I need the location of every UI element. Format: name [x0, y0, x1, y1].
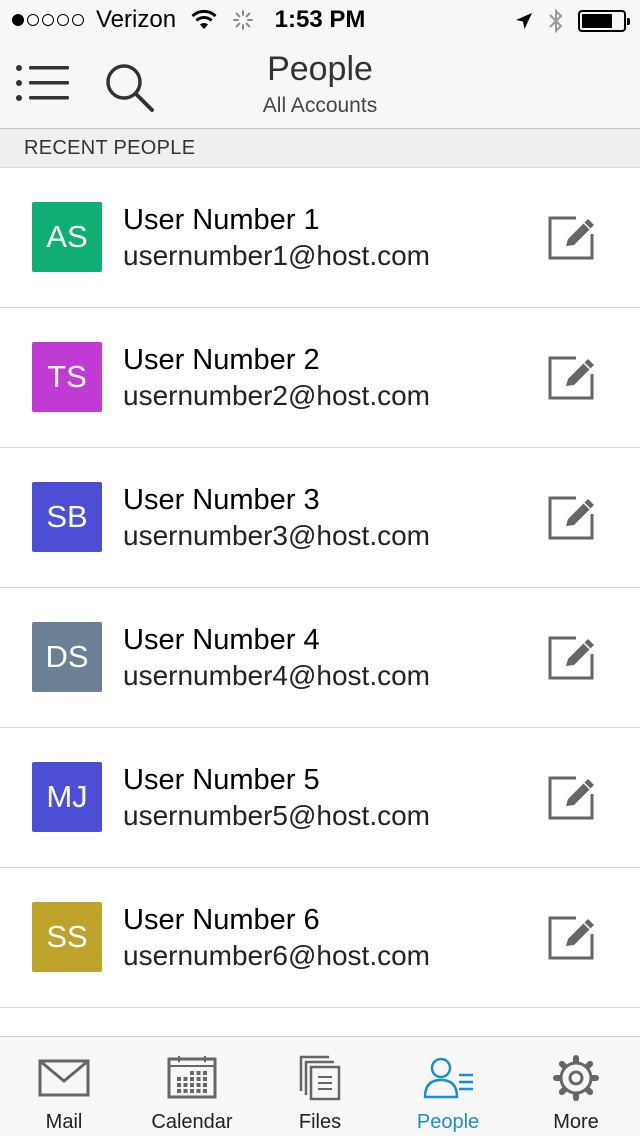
tab-more[interactable]: More	[512, 1037, 640, 1136]
avatar: TS	[32, 342, 102, 412]
person-row[interactable]: SB User Number 3 usernumber3@host.com	[0, 448, 640, 588]
person-email: usernumber4@host.com	[123, 660, 431, 691]
status-bar: Verizon 1:53 PM	[0, 0, 640, 40]
battery-icon	[578, 10, 630, 32]
people-icon	[421, 1055, 475, 1101]
person-email: usernumber3@host.com	[123, 520, 431, 551]
person-email: usernumber6@host.com	[123, 940, 431, 971]
compose-email-icon[interactable]	[546, 914, 598, 962]
person-row[interactable]: AS User Number 1 usernumber1@host.com	[0, 168, 640, 308]
people-list: AS User Number 1 usernumber1@host.com TS Use…	[0, 168, 640, 1036]
person-row[interactable]: MJ User Number 5 usernumber5@host.com	[0, 728, 640, 868]
person-name: User Number 3	[123, 484, 320, 516]
avatar: AS	[32, 202, 102, 272]
tab-mail[interactable]: Mail	[0, 1037, 128, 1136]
status-right	[514, 8, 630, 34]
tab-calendar[interactable]: Calendar	[128, 1037, 256, 1136]
account-filter[interactable]: All Accounts	[0, 94, 640, 118]
bluetooth-icon	[549, 8, 563, 34]
person-name: User Number 4	[123, 624, 320, 656]
compose-email-icon[interactable]	[546, 214, 598, 262]
tab-files[interactable]: Files	[256, 1037, 384, 1136]
avatar: SB	[32, 482, 102, 552]
tab-people[interactable]: People	[384, 1037, 512, 1136]
tab-label: Files	[298, 1111, 342, 1133]
person-row[interactable]: TS User Number 2 usernumber2@host.com	[0, 308, 640, 448]
tab-label: More	[553, 1111, 599, 1133]
compose-email-icon[interactable]	[546, 634, 598, 682]
person-email: usernumber1@host.com	[123, 240, 431, 271]
files-icon	[293, 1055, 347, 1101]
person-row[interactable]: SS User Number 6 usernumber6@host.com	[0, 868, 640, 1008]
avatar: SS	[32, 902, 102, 972]
person-name: User Number 5	[123, 764, 320, 796]
mail-icon	[37, 1055, 91, 1101]
calendar-icon	[165, 1055, 219, 1101]
section-header: RECENT PEOPLE	[0, 129, 640, 168]
tab-bar: Mail Calendar Files People More	[0, 1036, 640, 1136]
avatar: DS	[32, 622, 102, 692]
tab-label: Calendar	[151, 1111, 233, 1133]
page-title: People	[267, 50, 373, 88]
person-email: usernumber5@host.com	[123, 800, 431, 831]
person-name: User Number 6	[123, 904, 320, 936]
avatar: MJ	[32, 762, 102, 832]
gear-icon	[549, 1055, 603, 1101]
nav-bar: People All Accounts	[0, 40, 640, 129]
location-arrow-icon	[516, 13, 532, 29]
person-row[interactable]: DS User Number 4 usernumber4@host.com	[0, 588, 640, 728]
tab-label: Mail	[45, 1111, 83, 1133]
person-email: usernumber2@host.com	[123, 380, 431, 411]
compose-email-icon[interactable]	[546, 774, 598, 822]
tab-label: People	[416, 1111, 480, 1133]
compose-email-icon[interactable]	[546, 494, 598, 542]
compose-email-icon[interactable]	[546, 354, 598, 402]
person-name: User Number 1	[123, 204, 320, 236]
person-name: User Number 2	[123, 344, 320, 376]
section-header-label: RECENT PEOPLE	[24, 137, 196, 159]
